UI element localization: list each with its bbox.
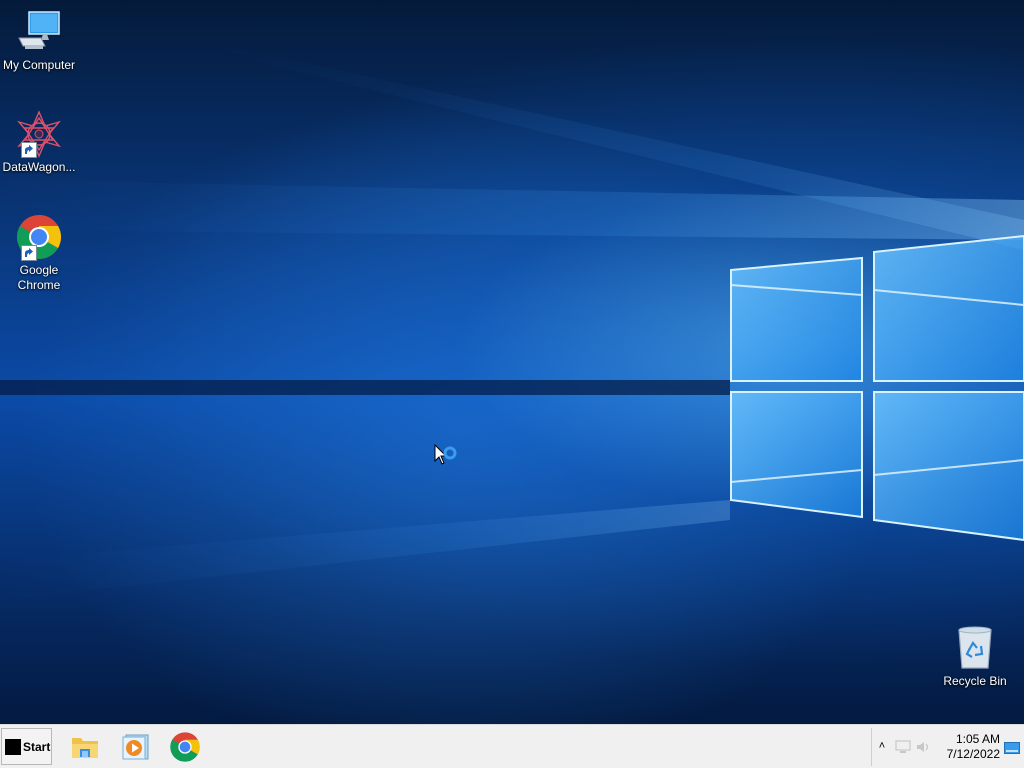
taskbar: Start ˄ 1:05 AM 7/12/2022 xyxy=(0,724,1024,768)
shortcut-arrow-icon xyxy=(21,245,37,261)
media-player-icon xyxy=(122,734,149,760)
recycle-bin-icon xyxy=(951,624,999,672)
wallpaper xyxy=(0,40,1024,600)
desktop-icon-label-line2: Chrome xyxy=(17,278,61,292)
busy-pointer-icon xyxy=(434,443,460,477)
taskbar-google-chrome[interactable] xyxy=(168,730,202,764)
datawagon-icon xyxy=(15,110,63,158)
system-tray: ˄ 1:05 AM 7/12/2022 xyxy=(871,728,1023,766)
desktop-icon-google-chrome[interactable]: Google Chrome xyxy=(0,213,78,293)
clock[interactable]: 1:05 AM 7/12/2022 xyxy=(934,732,1000,762)
computer-icon xyxy=(15,8,63,56)
desktop-icon-my-computer[interactable]: My Computer xyxy=(0,8,78,73)
taskbar-media-player[interactable] xyxy=(118,730,152,764)
desktop-icon-recycle-bin[interactable]: Recycle Bin xyxy=(936,624,1014,689)
desktop[interactable]: My Computer DataWagon... Google Chrome R… xyxy=(0,0,1024,724)
desktop-icon-label: DataWagon... xyxy=(2,160,76,174)
network-icon[interactable] xyxy=(894,740,912,754)
notification-icon[interactable] xyxy=(1004,741,1020,754)
chrome-icon xyxy=(170,732,200,762)
tray-expand-chevron-icon[interactable]: ˄ xyxy=(876,740,888,754)
chrome-icon xyxy=(15,213,63,261)
start-label: Start xyxy=(23,739,51,754)
desktop-icon-label: My Computer xyxy=(2,58,76,72)
desktop-icon-label: Recycle Bin xyxy=(943,674,1007,688)
clock-date: 7/12/2022 xyxy=(946,747,1000,761)
desktop-icon-datawagon[interactable]: DataWagon... xyxy=(0,110,78,175)
clock-time: 1:05 AM xyxy=(955,732,1000,746)
desktop-icon-label-line1: Google xyxy=(19,263,59,277)
shortcut-arrow-icon xyxy=(21,142,37,158)
folder-icon xyxy=(72,738,98,758)
start-button[interactable]: Start xyxy=(1,728,52,765)
volume-icon[interactable] xyxy=(916,740,932,754)
taskbar-file-explorer[interactable] xyxy=(68,730,102,764)
start-icon xyxy=(5,738,21,755)
